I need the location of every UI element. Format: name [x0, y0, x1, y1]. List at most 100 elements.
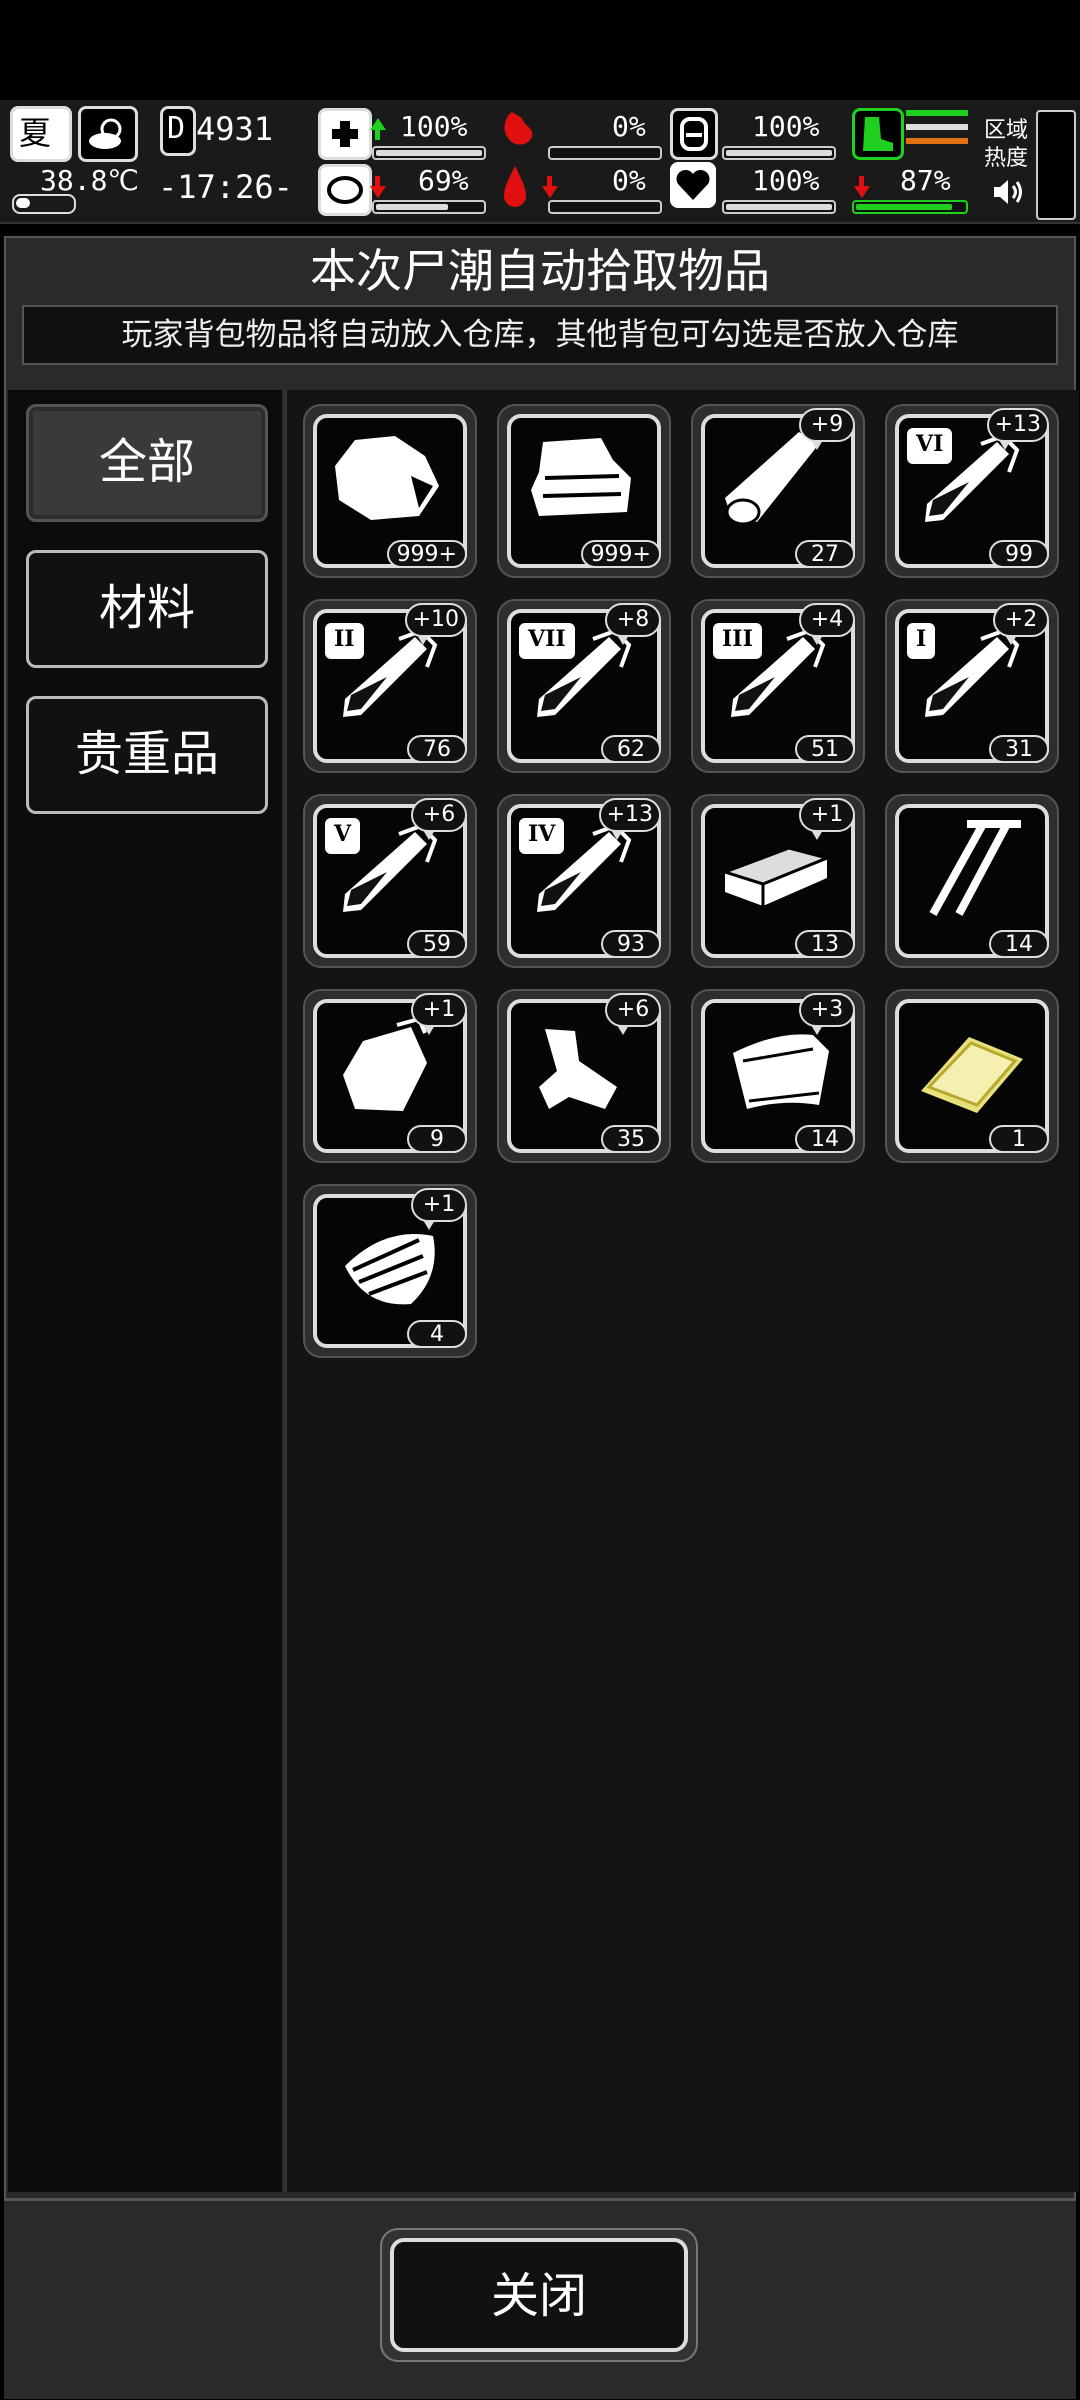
heat-meter	[1036, 110, 1076, 220]
trend-down-icon	[854, 186, 870, 198]
health-bar	[372, 146, 486, 160]
item-count: 59	[407, 930, 467, 958]
item-slot[interactable]: +3 14	[691, 989, 865, 1163]
item-slot[interactable]: +6 35	[497, 989, 671, 1163]
trend-down-icon	[542, 186, 558, 198]
heart-icon	[670, 162, 716, 208]
item-count: 62	[601, 735, 661, 763]
sanity-value: 69%	[418, 164, 469, 197]
bonus-badge: +6	[605, 993, 661, 1035]
item-slot[interactable]: 999+	[497, 404, 671, 578]
bonus-badge: +1	[799, 798, 855, 840]
season-label: 夏	[19, 114, 52, 152]
item-slot[interactable]: III +4 51	[691, 599, 865, 773]
close-button[interactable]: 关闭	[380, 2228, 698, 2362]
item-slot[interactable]: +1 4	[303, 1184, 477, 1358]
bonus-badge: +1	[411, 1188, 467, 1230]
category-sidebar: 全部 材料 贵重品	[8, 390, 286, 2192]
item-count: 93	[601, 930, 661, 958]
item-slot[interactable]: 999+	[303, 404, 477, 578]
item-slot[interactable]: +9 27	[691, 404, 865, 578]
thirst-value: 0%	[612, 164, 646, 197]
item-count: 14	[795, 1125, 855, 1153]
item-count: 76	[407, 735, 467, 763]
trend-down-icon	[370, 186, 386, 198]
season-badge: 夏	[10, 106, 72, 162]
item-count: 31	[989, 735, 1049, 763]
page-title: 本次尸潮自动拾取物品	[310, 244, 770, 298]
item-slot[interactable]: VI +13 99	[885, 404, 1059, 578]
day-counter: 4931	[196, 110, 274, 148]
item-slot[interactable]: II +10 76	[303, 599, 477, 773]
item-count: 51	[795, 735, 855, 763]
brain-icon	[318, 164, 372, 216]
status-hud: 夏 38.8℃ D 4931 -17:26- 100% 69% 0% 0% 10…	[0, 100, 1080, 224]
item-slot[interactable]: I +2 31	[885, 599, 1059, 773]
stamina-bar	[852, 200, 968, 214]
clock-readout: -17:26-	[158, 168, 293, 206]
tab-valuables[interactable]: 贵重品	[26, 696, 268, 814]
tier-badge: VII	[519, 623, 575, 659]
item-count: 27	[795, 540, 855, 568]
item-grid: 999+ 999+ +9 27 VI +13 99 II +10 76 VII +8 62 III +4 51…	[284, 390, 1079, 2192]
cloth-sack-icon	[315, 416, 465, 550]
stamina-value: 87%	[900, 164, 951, 197]
item-count: 13	[795, 930, 855, 958]
tier-badge: IV	[519, 818, 565, 854]
bonus-badge: +4	[799, 603, 855, 645]
sound-icon[interactable]	[990, 174, 1026, 210]
hunger-bar	[548, 146, 662, 160]
backpack-icon	[670, 108, 718, 160]
item-slot[interactable]: +1 13	[691, 794, 865, 968]
day-icon: D	[160, 106, 196, 156]
bonus-badge: +6	[411, 798, 467, 840]
item-count: 9	[407, 1125, 467, 1153]
bonus-badge: +9	[799, 408, 855, 450]
water-drop-icon	[500, 162, 530, 212]
heat-label: 热度	[984, 146, 1029, 171]
capacity-value: 100%	[752, 110, 820, 143]
item-count: 35	[601, 1125, 661, 1153]
tier-badge: VI	[907, 428, 953, 464]
medkit-icon	[318, 108, 372, 160]
bonus-badge: +3	[799, 993, 855, 1035]
item-slot[interactable]: 14	[885, 794, 1059, 968]
item-count: 99	[989, 540, 1049, 568]
boot-icon	[852, 108, 904, 160]
bonus-badge: +13	[598, 798, 661, 840]
item-slot[interactable]: +1 9	[303, 989, 477, 1163]
weather-icon	[78, 106, 138, 162]
item-count: 999+	[580, 540, 661, 568]
tab-materials[interactable]: 材料	[26, 550, 268, 668]
item-slot[interactable]: VII +8 62	[497, 599, 671, 773]
thermometer-icon	[12, 194, 76, 214]
health-value: 100%	[400, 110, 468, 143]
temperature-readout: 38.8℃	[40, 164, 139, 197]
item-count: 14	[989, 930, 1049, 958]
trend-up-icon	[370, 118, 386, 130]
stomach-icon	[494, 108, 540, 154]
tier-badge: II	[325, 623, 364, 659]
close-button-label: 关闭	[390, 2238, 688, 2352]
nails-icon	[897, 806, 1047, 940]
item-slot[interactable]: V +6 59	[303, 794, 477, 968]
tier-badge: I	[907, 623, 936, 659]
stamina-stripes	[906, 110, 968, 152]
item-count: 1	[989, 1125, 1049, 1153]
folded-cloth-icon	[509, 416, 659, 550]
panel-subtitle: 玩家背包物品将自动放入仓库，其他背包可勾选是否放入仓库	[22, 305, 1058, 365]
bonus-badge: +8	[605, 603, 661, 645]
item-slot[interactable]: IV +13 93	[497, 794, 671, 968]
item-count: 4	[407, 1320, 467, 1348]
item-slot[interactable]: 1	[885, 989, 1059, 1163]
tier-badge: V	[325, 818, 361, 854]
mood-bar	[722, 200, 836, 214]
tab-all[interactable]: 全部	[26, 404, 268, 522]
hunger-value: 0%	[612, 110, 646, 143]
mood-value: 100%	[752, 164, 820, 197]
capacity-bar	[722, 146, 836, 160]
area-label: 区域	[984, 118, 1029, 143]
bonus-badge: +10	[404, 603, 467, 645]
bonus-badge: +13	[986, 408, 1049, 450]
bonus-badge: +1	[411, 993, 467, 1035]
